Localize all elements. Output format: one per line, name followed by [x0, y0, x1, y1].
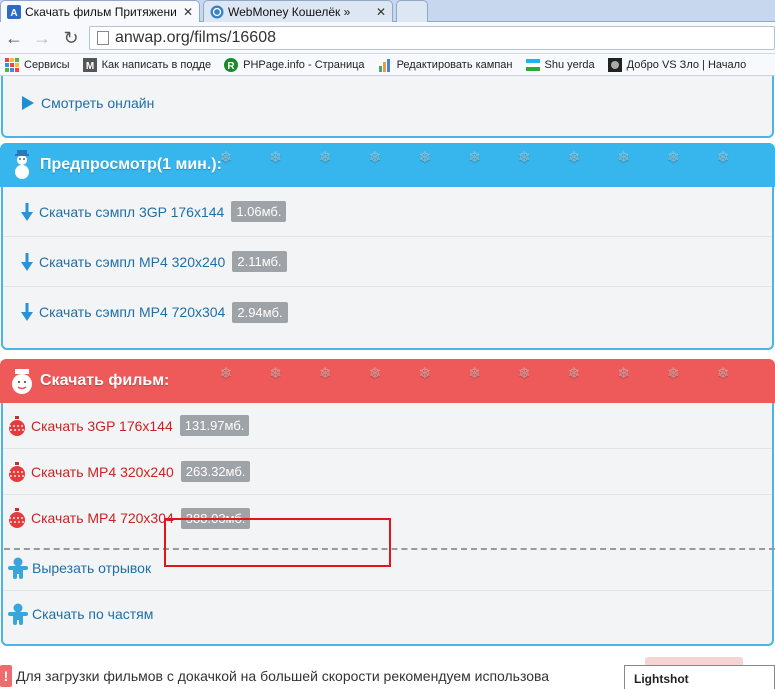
page-icon — [97, 31, 109, 45]
bookmark-campaign[interactable]: Редактировать кампан — [378, 58, 513, 72]
preview-item-label[interactable]: Скачать сэмпл 3GP 176x144 — [39, 204, 224, 220]
tab-webmoney[interactable]: WebMoney Кошелёк » ✕ — [203, 0, 393, 22]
download-item-label[interactable]: Скачать MP4 720x304 — [31, 510, 174, 526]
preview-header-title: Предпросмотр(1 мин.): — [40, 156, 222, 173]
bookmark-label: Shu yerda — [544, 58, 595, 71]
tab-anwap[interactable]: A Скачать фильм Притяжени ✕ — [0, 0, 200, 22]
reload-icon[interactable]: ↻ — [60, 27, 82, 49]
file-size-badge: 2.94мб. — [232, 301, 288, 323]
bookmark-label: Добро VS Зло | Начало — [626, 58, 747, 71]
page-content: Смотреть онлайн Предпросмотр(1 мин.): ❄❄… — [0, 76, 775, 689]
highlight-rectangle — [164, 518, 391, 567]
notice-text: Для загрузки фильмов с докачкой на больш… — [16, 667, 550, 684]
url-text: anwap.org/films/16608 — [115, 29, 276, 46]
bookmark-label: Как написать в подде — [101, 58, 212, 71]
tab-strip: A Скачать фильм Притяжени ✕ WebMoney Кош… — [0, 0, 775, 22]
bookmark-label: PHPage.info - Страница — [243, 58, 365, 71]
bookmark-services[interactable]: Сервисы — [5, 57, 70, 72]
file-size-badge: 2.11мб. — [232, 251, 287, 272]
snowflake-pattern-icon: ❄❄❄❄❄❄❄❄❄❄❄ — [219, 149, 767, 165]
chart-icon — [378, 58, 390, 72]
address-bar[interactable]: anwap.org/films/16608 — [89, 26, 775, 50]
watch-online-row[interactable]: Смотреть онлайн — [3, 76, 772, 130]
download-header-title: Скачать фильм: — [40, 372, 170, 389]
preview-item-3gp[interactable]: Скачать сэмпл 3GP 176x144 1.06мб. — [3, 187, 772, 237]
bookmark-label: Редактировать кампан — [396, 58, 513, 71]
download-arrow-icon — [21, 202, 33, 221]
anwap-favicon-icon: A — [7, 4, 21, 19]
download-arrow-icon — [21, 303, 33, 321]
snowman-icon — [12, 369, 32, 394]
preview-item-label[interactable]: Скачать сэмпл MP4 720x304 — [39, 304, 225, 320]
bookmark-phpage[interactable]: R PHPage.info - Страница — [224, 57, 365, 72]
file-size-badge: 131.97мб. — [179, 415, 250, 436]
svg-text:A: A — [10, 8, 17, 19]
ornament-icon — [9, 461, 25, 482]
play-icon — [22, 96, 34, 110]
new-tab-button[interactable] — [396, 0, 428, 22]
green-r-icon: R — [224, 57, 239, 72]
svg-text:R: R — [228, 61, 236, 72]
watch-online-link[interactable]: Смотреть онлайн — [41, 95, 154, 111]
download-item-label[interactable]: Скачать MP4 320x240 — [31, 464, 174, 480]
download-parts-link[interactable]: Скачать по частям — [32, 606, 153, 622]
bookmarks-bar: Сервисы M Как написать в подде R PHPage.… — [0, 54, 775, 76]
forward-arrow-icon[interactable]: → — [31, 27, 53, 49]
lightshot-popup[interactable]: Lightshot — [624, 665, 775, 689]
download-item-label[interactable]: Скачать 3GP 176x144 — [31, 418, 173, 434]
snowflake-pattern-icon: ❄❄❄❄❄❄❄❄❄❄❄ — [219, 365, 767, 381]
watch-online-card: Смотреть онлайн — [1, 76, 774, 138]
close-tab-icon[interactable]: ✕ — [376, 5, 386, 19]
file-size-badge: 263.32мб. — [180, 461, 251, 482]
preview-header: Предпросмотр(1 мин.): ❄❄❄❄❄❄❄❄❄❄❄ — [0, 143, 775, 187]
tab-title: Скачать фильм Притяжени — [25, 4, 177, 19]
webmoney-favicon-icon — [210, 5, 224, 18]
game-icon — [607, 57, 622, 72]
preview-item-mp4-320[interactable]: Скачать сэмпл MP4 320x240 2.11мб. — [3, 237, 772, 287]
preview-item-mp4-720[interactable]: Скачать сэмпл MP4 720x304 2.94мб. — [3, 287, 772, 337]
browser-toolbar: ← → ↻ anwap.org/films/16608 — [0, 22, 775, 54]
m-logo-icon: M — [82, 57, 97, 72]
warning-icon: ! — [0, 664, 12, 687]
download-item-3gp[interactable]: Скачать 3GP 176x144 131.97мб. — [3, 403, 772, 449]
cut-fragment-link[interactable]: Вырезать отрывок — [32, 560, 151, 576]
close-tab-icon[interactable]: ✕ — [183, 5, 193, 19]
tab-title: WebMoney Кошелёк » — [228, 4, 351, 19]
download-arrow-icon — [21, 252, 33, 271]
ornament-icon — [9, 508, 25, 528]
download-item-mp4-320[interactable]: Скачать MP4 320x240 263.32мб. — [3, 449, 772, 495]
ornament-icon — [9, 415, 25, 436]
bookmark-dobro-vs-zlo[interactable]: Добро VS Зло | Начало — [607, 57, 747, 72]
svg-text:M: M — [85, 61, 93, 72]
apps-grid-icon — [5, 57, 19, 72]
back-arrow-icon[interactable]: ← — [3, 27, 25, 49]
bookmark-support[interactable]: M Как написать в подде — [82, 57, 212, 72]
gingerbread-man-icon — [8, 557, 28, 579]
lightshot-label: Lightshot — [634, 672, 689, 686]
uz-flag-icon — [525, 58, 540, 71]
bookmark-shu-yerda[interactable]: Shu yerda — [525, 58, 595, 72]
bookmark-label: Сервисы — [24, 58, 70, 71]
preview-item-label[interactable]: Скачать сэмпл MP4 320x240 — [39, 254, 225, 270]
gingerbread-man-icon — [8, 603, 28, 625]
download-header: Скачать фильм: ❄❄❄❄❄❄❄❄❄❄❄ — [0, 359, 775, 403]
preview-list: Скачать сэмпл 3GP 176x144 1.06мб. Скачат… — [1, 187, 774, 350]
snowman-icon — [15, 150, 29, 179]
download-parts-row[interactable]: Скачать по частям — [3, 591, 772, 637]
file-size-badge: 1.06мб. — [231, 201, 287, 222]
